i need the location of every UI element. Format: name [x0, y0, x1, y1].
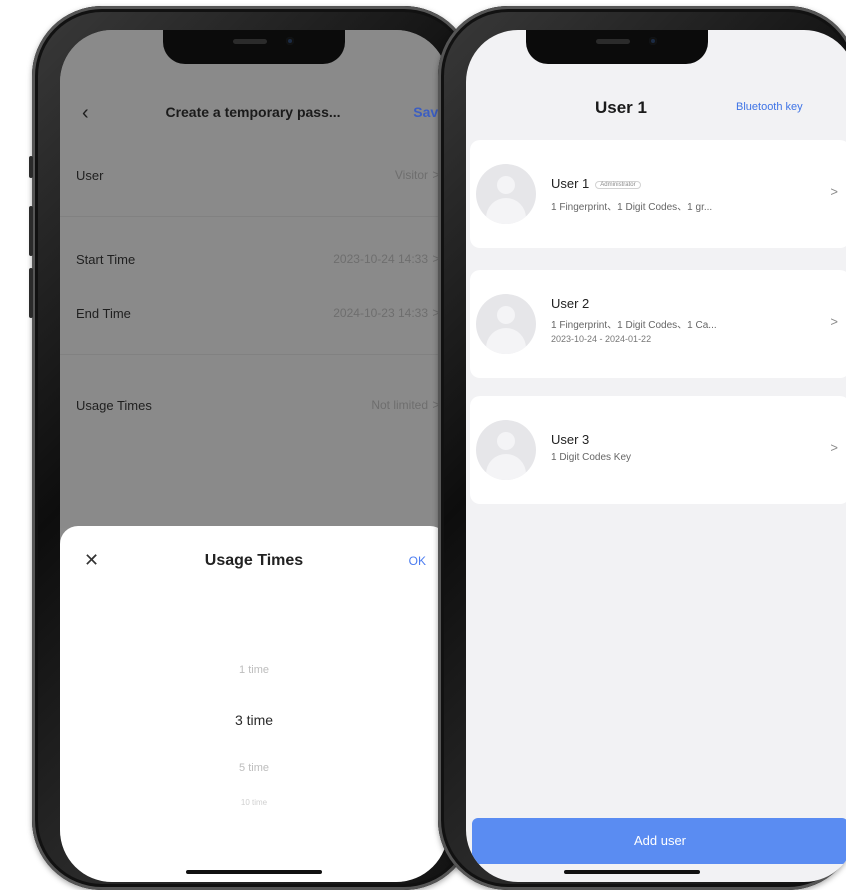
row-usage-times[interactable]: Usage Times Not limited > [60, 380, 448, 434]
right-phone-screen: User 1 Bluetooth key User 1 Administrator… [466, 30, 846, 882]
home-indicator [564, 870, 700, 874]
row-start-time[interactable]: Start Time 2023-10-24 14:33 > [60, 234, 448, 288]
row-value: Not limited [371, 398, 428, 412]
row-value: 2023-10-24 14:33 [333, 252, 428, 266]
volume-up-button [29, 206, 33, 256]
user-validity-date: 2023-10-24 - 2024-01-22 [551, 334, 652, 344]
mute-switch [29, 156, 33, 178]
divider [60, 216, 448, 217]
user-name-text: User 1 [551, 176, 590, 191]
user-card[interactable]: User 2 1 Fingerprint、1 Digit Codes、1 Ca.… [470, 270, 846, 378]
picker-option-selected[interactable]: 3 time [60, 712, 448, 728]
picker-option[interactable]: 1 time [60, 664, 448, 676]
row-label: Start Time [76, 252, 136, 267]
sheet-title: Usage Times [204, 552, 304, 569]
row-label: User [76, 168, 104, 183]
admin-badge: Administrator [595, 180, 641, 189]
left-phone-screen: ‹ Create a temporary pass... Save User V… [60, 30, 448, 882]
chevron-right-icon: > [830, 184, 838, 199]
user-credentials: 1 Fingerprint、1 Digit Codes、1 Ca... [551, 320, 717, 331]
avatar-placeholder-icon [476, 294, 536, 354]
ok-button[interactable]: OK [409, 554, 426, 568]
row-user[interactable]: User Visitor > [60, 150, 448, 204]
user-card[interactable]: User 3 1 Digit Codes Key > [470, 396, 846, 504]
row-end-time[interactable]: End Time 2024-10-23 14:33 > [60, 288, 448, 342]
add-user-button[interactable]: Add user [472, 818, 846, 864]
user-name: User 1 Administrator [551, 176, 641, 191]
left-phone-frame: ‹ Create a temporary pass... Save User V… [29, 6, 474, 890]
right-phone-frame: User 1 Bluetooth key User 1 Administrator… [438, 6, 846, 890]
speaker [596, 39, 630, 44]
divider [60, 354, 448, 355]
notch [163, 30, 345, 64]
front-camera [286, 37, 294, 45]
row-label: Usage Times [76, 398, 152, 413]
chevron-right-icon: > [830, 440, 838, 455]
row-value: Visitor [394, 168, 428, 182]
chevron-right-icon: > [830, 314, 838, 329]
avatar-placeholder-icon [476, 420, 536, 480]
row-label: End Time [76, 306, 131, 321]
page-title: User 1 [595, 98, 647, 117]
user-credentials: 1 Digit Codes Key [551, 452, 632, 463]
page-title: Create a temporary pass... [165, 104, 341, 120]
bluetooth-key-link[interactable]: Bluetooth key [736, 101, 803, 113]
notch [526, 30, 708, 64]
volume-down-button [29, 268, 33, 318]
user-name: User 2 [551, 296, 590, 311]
user-credentials: 1 Fingerprint、1 Digit Codes、1 gr... [551, 202, 713, 213]
row-value: 2024-10-23 14:33 [333, 306, 428, 320]
picker-option[interactable]: 10 time [60, 798, 448, 805]
usage-times-sheet: ✕ Usage Times OK 1 time 3 time 5 time 10… [60, 526, 448, 882]
avatar-placeholder-icon [476, 164, 536, 224]
speaker [233, 39, 267, 44]
user-name: User 3 [551, 432, 590, 447]
front-camera [649, 37, 657, 45]
back-chevron-icon[interactable]: ‹ [82, 102, 89, 125]
picker-option[interactable]: 5 time [60, 762, 448, 774]
home-indicator [186, 870, 322, 874]
user-card[interactable]: User 1 Administrator 1 Fingerprint、1 Digi… [470, 140, 846, 248]
